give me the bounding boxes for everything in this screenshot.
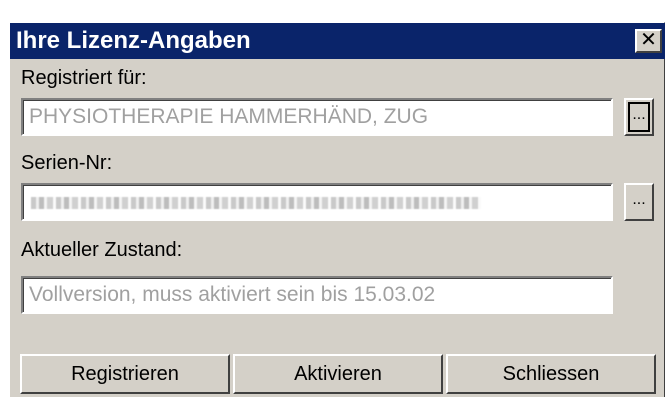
serial-redacted [31, 197, 481, 209]
registered-for-field[interactable]: PHYSIOTHERAPIE HAMMERHÄND, ZUG [21, 98, 613, 136]
registered-for-browse-button[interactable]: ... [624, 98, 654, 136]
serial-field[interactable] [21, 183, 613, 221]
close-icon[interactable]: ✕ [635, 29, 662, 53]
status-field: Vollversion, muss aktiviert sein bis 15.… [21, 276, 613, 314]
serial-browse-button[interactable]: ... [624, 183, 654, 221]
serial-label: Serien-Nr: [21, 152, 113, 174]
status-label: Aktueller Zustand: [21, 239, 183, 261]
license-dialog: Ihre Lizenz-Angaben ✕ Registriert für: P… [9, 22, 665, 397]
title-bar: Ihre Lizenz-Angaben ✕ [10, 23, 665, 59]
close-button[interactable]: Schliessen [446, 354, 656, 394]
dialog-title: Ihre Lizenz-Angaben [16, 27, 251, 54]
register-button[interactable]: Registrieren [20, 354, 230, 394]
registered-for-label: Registriert für: [21, 67, 147, 89]
activate-button[interactable]: Aktivieren [233, 354, 443, 394]
